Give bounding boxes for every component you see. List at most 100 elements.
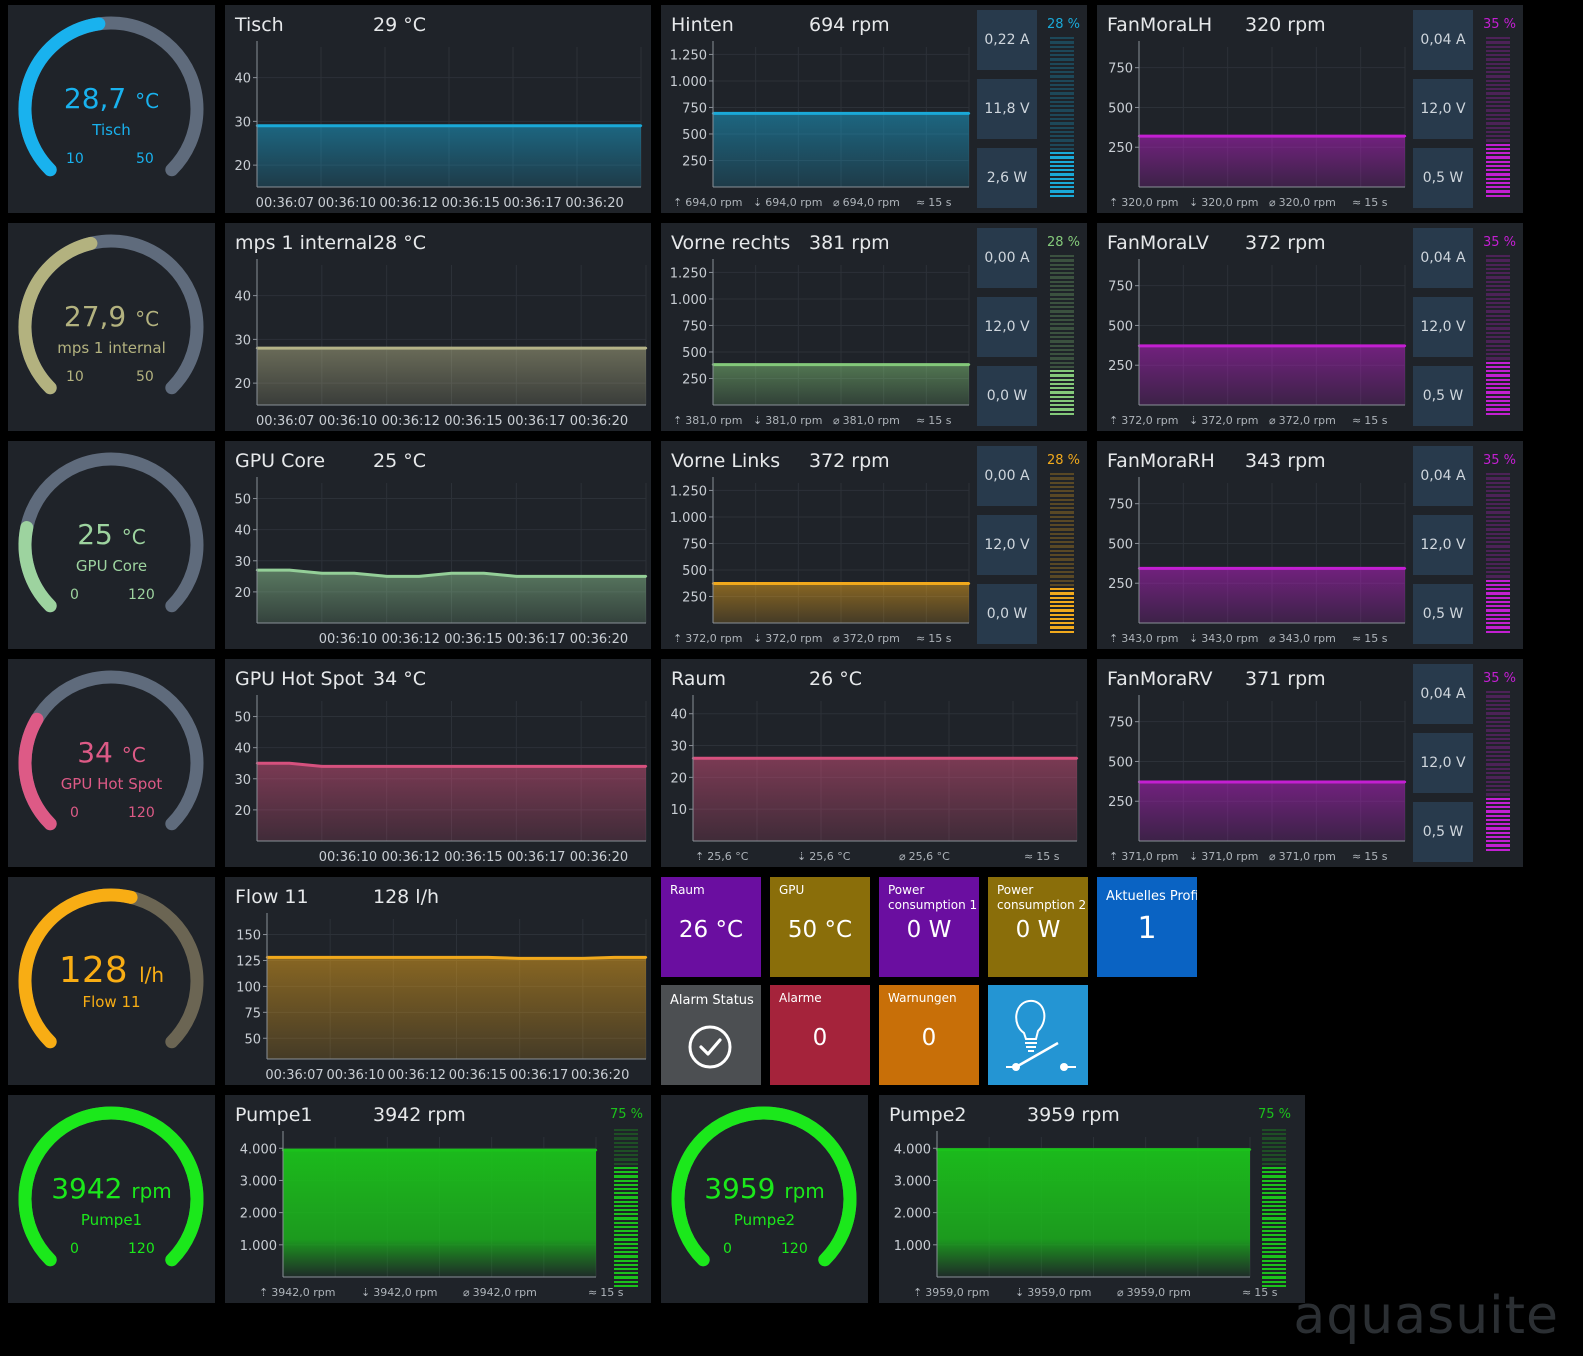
tile-raum[interactable]: Raum 26 °C xyxy=(661,877,761,977)
level-segment xyxy=(1050,92,1074,95)
current-stat: 0,04 A xyxy=(1413,446,1473,506)
level-segment xyxy=(1486,759,1510,762)
data-point xyxy=(861,582,864,585)
footer-icon: ⇣ xyxy=(1189,414,1199,427)
data-point xyxy=(320,572,324,575)
footer-stat: ⌀ 371,0 rpm xyxy=(1269,850,1336,863)
level-segment xyxy=(1050,536,1074,540)
level-segment xyxy=(614,1272,638,1275)
footer-icon: ⇣ xyxy=(753,196,763,209)
footer-text: 15 s xyxy=(1364,850,1388,863)
level-segment xyxy=(1050,528,1074,531)
data-point xyxy=(1381,344,1385,348)
level-segment xyxy=(1050,485,1074,489)
lightbulb-switch-icon xyxy=(1006,999,1076,1071)
data-point xyxy=(297,956,300,959)
level-segment xyxy=(1262,1171,1286,1174)
level-segment xyxy=(1486,139,1510,142)
time-window-label: ≈15 s xyxy=(588,1286,623,1299)
level-segment xyxy=(1050,267,1074,271)
level-segment xyxy=(1050,49,1074,53)
data-point xyxy=(775,582,779,585)
level-segment xyxy=(1486,301,1510,305)
level-segment xyxy=(1486,609,1510,612)
footer-icon: ⇣ xyxy=(797,850,807,863)
data-point xyxy=(353,346,356,350)
level-segment xyxy=(1050,79,1074,82)
level-segment xyxy=(1050,139,1074,142)
footer-text: 372,0 rpm xyxy=(1121,414,1179,427)
x-tick-label: 00:36:07 xyxy=(256,414,314,429)
level-segment xyxy=(614,1171,638,1174)
gauge-gpu-hot-spot: 34 °C GPU Hot Spot 0 120 xyxy=(8,659,215,867)
level-segment xyxy=(1486,571,1510,574)
level-segment xyxy=(1486,754,1510,758)
footer-text: 343,0 rpm xyxy=(1201,632,1259,645)
footer-stat: ⇡ 3942,0 rpm xyxy=(259,1286,335,1299)
level-segment xyxy=(614,1200,638,1203)
data-point xyxy=(515,575,518,578)
level-segment xyxy=(614,1230,638,1233)
data-point xyxy=(579,765,583,768)
tile-value: 0 xyxy=(921,1025,937,1051)
level-segment xyxy=(1050,498,1074,501)
y-tick-label: 4.000 xyxy=(240,1142,277,1157)
data-point xyxy=(733,363,736,366)
data-point xyxy=(1043,757,1047,760)
y-tick-label: 250 xyxy=(1108,141,1133,156)
chart-panel-gpu-hot-spot: GPU Hot Spot 34 °C 20 30 40 50 00:36:10 00:36… xyxy=(225,659,651,867)
footer-text: 371,0 rpm xyxy=(1201,850,1259,863)
level-segment xyxy=(1262,1137,1286,1140)
data-point xyxy=(320,346,324,350)
level-segment xyxy=(614,1192,638,1195)
y-tick-label: 500 xyxy=(1108,319,1133,334)
data-point xyxy=(353,765,356,768)
y-tick-label: 1.000 xyxy=(670,75,707,90)
footer-icon: ⇡ xyxy=(673,414,683,427)
tile-value: 26 °C xyxy=(678,917,744,943)
y-tick-label: 3.000 xyxy=(240,1174,277,1189)
level-segment xyxy=(1486,173,1510,176)
tile-gpu[interactable]: GPU 50 °C xyxy=(770,877,870,977)
level-segment xyxy=(614,1137,638,1140)
tile-warnungen[interactable]: Warnungen 0 xyxy=(879,985,979,1085)
y-tick-label: 3.000 xyxy=(894,1174,931,1189)
tile-aktuelles-profil[interactable]: Aktuelles Profil 1 xyxy=(1097,877,1197,977)
line-chart: 10 20 30 40 xyxy=(670,695,1079,842)
data-point xyxy=(1292,344,1296,348)
series-area xyxy=(713,113,969,187)
tile-alarm-status[interactable]: Alarm Status xyxy=(661,985,761,1085)
fan-percent: 35 % xyxy=(1483,17,1517,32)
level-segment xyxy=(1486,801,1510,805)
y-tick-label: 1.000 xyxy=(894,1239,931,1254)
data-point xyxy=(979,757,983,760)
data-point xyxy=(1159,134,1163,138)
level-segment xyxy=(1486,340,1510,343)
level-segment xyxy=(1050,473,1074,476)
fan-level-bar xyxy=(1050,37,1074,199)
level-segment xyxy=(1050,532,1074,535)
data-point xyxy=(1204,780,1207,784)
footer-stat: ⌀ 694,0 rpm xyxy=(833,196,900,209)
level-segment xyxy=(1050,554,1074,557)
tile-alarme[interactable]: Alarme 0 xyxy=(770,985,870,1085)
chart-panel-vorne-rechts: Vorne rechts 381 rpm 250 500 750 1.000 1.250… xyxy=(661,223,1087,431)
chart-panel-raum: Raum 26 °C 10 20 30 40 ⇡ 25,6 °C ⇣ 25,6 °C ⌀ 25,… xyxy=(661,659,1087,867)
data-point xyxy=(1159,344,1163,348)
tile-power-consumption-1[interactable]: Power consumption 1 0 W xyxy=(879,877,979,977)
level-segment xyxy=(1486,588,1510,591)
tile-power-consumption-2[interactable]: Power consumption 2 0 W xyxy=(988,877,1088,977)
data-point xyxy=(775,112,779,115)
data-point xyxy=(1248,567,1252,570)
level-segment xyxy=(1050,173,1074,176)
level-segment xyxy=(614,1179,638,1182)
data-point xyxy=(1182,344,1185,348)
footer-icon: ⇡ xyxy=(913,1286,923,1299)
current-stat: 0,00 A xyxy=(977,228,1037,288)
data-point xyxy=(360,1148,363,1152)
footer-stat: ⇡ 320,0 rpm xyxy=(1109,196,1178,209)
level-segment xyxy=(1050,100,1074,104)
level-segment xyxy=(1050,596,1074,599)
tile-light-switch[interactable] xyxy=(988,985,1088,1085)
tile-value: 50 °C xyxy=(787,917,853,943)
